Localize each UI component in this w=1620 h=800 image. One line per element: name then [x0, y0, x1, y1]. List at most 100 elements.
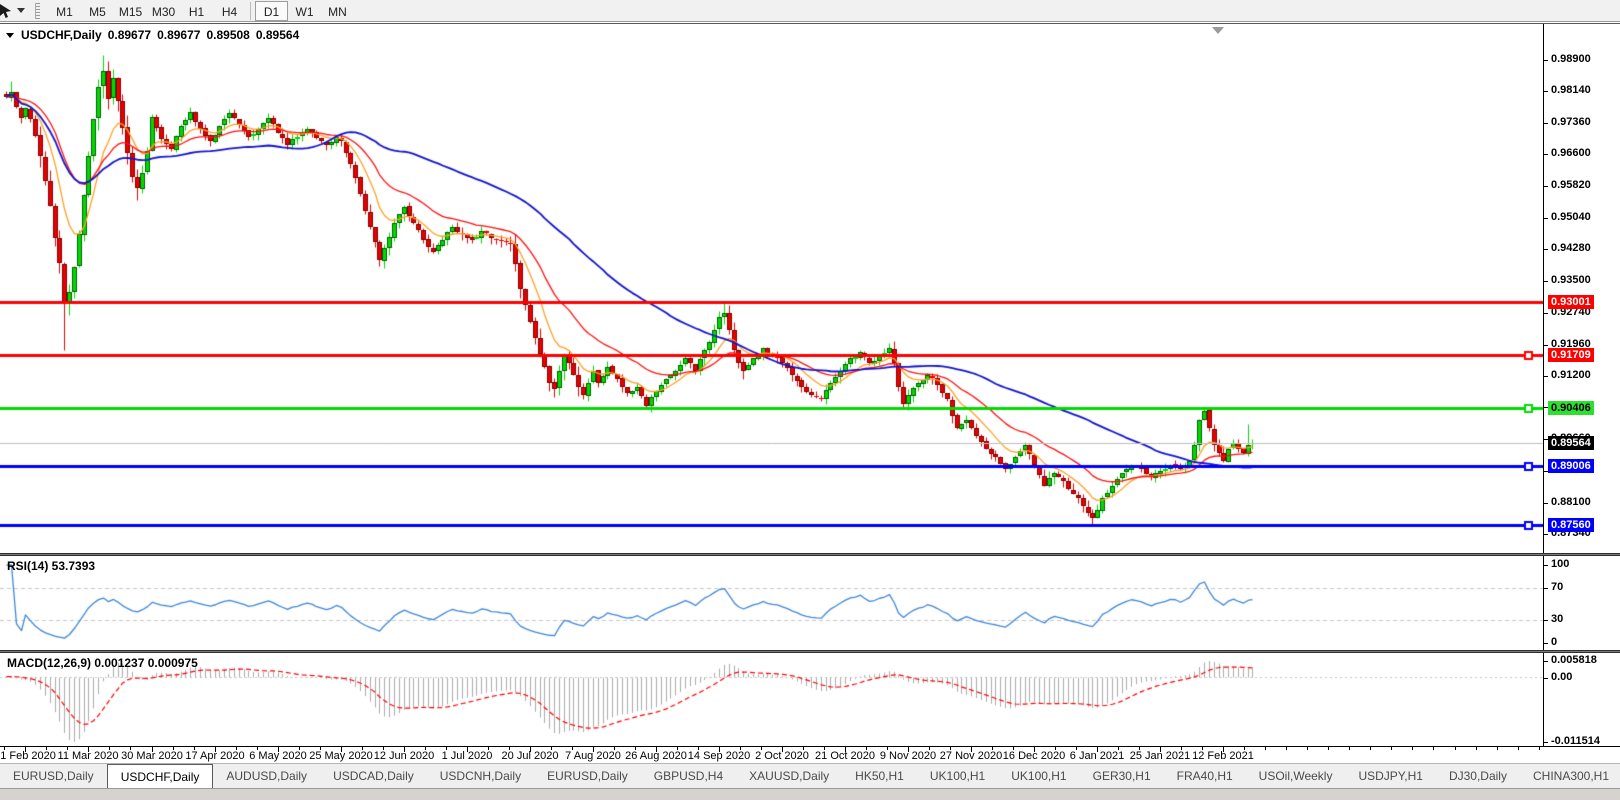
chart-tab-gbpusd[interactable]: GBPUSD,H4 [641, 764, 736, 788]
rsi-panel: RSI(14) 53.7393 10070300 [0, 556, 1620, 650]
time-tick-mark [1286, 747, 1287, 750]
timeframe-button-d1[interactable]: D1 [255, 1, 288, 21]
date-label: 17 Apr 2020 [185, 750, 244, 762]
timeframe-buttons: M1M5M15M30H1H4 D1W1MN [48, 1, 354, 21]
chart-tab-fra40[interactable]: FRA40,H1 [1164, 764, 1246, 788]
timeframe-button-w1[interactable]: W1 [288, 1, 321, 21]
price-tick-label: 0.98900 [1551, 53, 1591, 65]
date-label: 6 May 2020 [249, 750, 306, 762]
chart-tab-usdjpy[interactable]: USDJPY,H1 [1345, 764, 1435, 788]
chart-tab-china300[interactable]: CHINA300,H1 [1520, 764, 1620, 788]
axis-tick-mark [1544, 218, 1548, 219]
timeframe-button-m5[interactable]: M5 [81, 1, 114, 21]
timeframe-button-m1[interactable]: M1 [48, 1, 81, 21]
axis-tick-mark [1544, 281, 1548, 282]
axis-tick-mark [1544, 123, 1548, 124]
rsi-label: RSI(14) 53.7393 [7, 559, 95, 573]
macd-axis[interactable]: 0.0058180.00-0.011514 [1543, 653, 1620, 746]
macd-scale-label: 0.00 [1551, 671, 1572, 683]
chart-tab-dj30[interactable]: DJ30,Daily [1436, 764, 1520, 788]
chart-tab-audusd[interactable]: AUDUSD,Daily [213, 764, 320, 788]
price-chart-panel: USDCHF,Daily 0.89677 0.89677 0.89508 0.8… [0, 23, 1620, 553]
timeframe-button-h1[interactable]: H1 [180, 1, 213, 21]
macd-label: MACD(12,26,9) 0.001237 0.000975 [7, 656, 198, 670]
hline-price-label: 0.87560 [1548, 518, 1594, 532]
axis-tick-mark [1544, 742, 1548, 743]
date-label: 2 Oct 2020 [755, 750, 809, 762]
timeframe-toolbar: M1M5M15M30H1H4 D1W1MN [0, 0, 1620, 22]
chart-tab-eurusd[interactable]: EURUSD,Daily [534, 764, 641, 788]
chart-symbol: USDCHF,Daily [21, 28, 102, 42]
date-label: 7 Aug 2020 [565, 750, 621, 762]
rsi-canvas[interactable] [0, 556, 1543, 650]
macd-canvas[interactable] [0, 653, 1543, 746]
time-tick-mark [1412, 747, 1413, 750]
axis-tick-mark [1544, 154, 1548, 155]
time-tick-mark [1455, 747, 1456, 750]
axis-tick-mark [1544, 588, 1548, 589]
chart-title: USDCHF,Daily 0.89677 0.89677 0.89508 0.8… [6, 28, 299, 42]
hline-price-label: 0.89006 [1548, 459, 1594, 473]
price-chart-canvas[interactable] [0, 24, 1543, 554]
hline-price-label: 0.93001 [1548, 295, 1594, 309]
time-tick-mark [1433, 747, 1434, 750]
axis-tick-mark [1544, 186, 1548, 187]
date-label: 25 Jan 2021 [1130, 750, 1191, 762]
chart-tab-uk100[interactable]: UK100,H1 [917, 764, 998, 788]
axis-tick-mark [1544, 661, 1548, 662]
timeframe-button-m30[interactable]: M30 [147, 1, 180, 21]
price-tick-label: 0.96600 [1551, 147, 1591, 159]
cursor-tool-icon[interactable] [0, 2, 15, 20]
bid-price-label: 0.89564 [1548, 436, 1594, 450]
date-label: 1 Jul 2020 [442, 750, 493, 762]
axis-tick-mark [1544, 534, 1548, 535]
time-tick-mark [1328, 747, 1329, 750]
price-tick-label: 0.91200 [1551, 369, 1591, 381]
chart-tab-uk100[interactable]: UK100,H1 [998, 764, 1079, 788]
timeframe-button-mn[interactable]: MN [321, 1, 354, 21]
mt4-terminal: M1M5M15M30H1H4 D1W1MN USDCHF,Daily 0.8967… [0, 0, 1620, 800]
axis-tick-mark [1544, 643, 1548, 644]
time-axis[interactable]: 21 Feb 202011 Mar 202030 Mar 202017 Apr … [0, 746, 1620, 763]
time-tick-mark [1497, 747, 1498, 750]
price-tick-label: 0.97360 [1551, 116, 1591, 128]
hline-price-label: 0.91709 [1548, 348, 1594, 362]
date-label: 9 Nov 2020 [880, 750, 936, 762]
rsi-axis[interactable]: 10070300 [1543, 556, 1620, 650]
bottom-strip [0, 788, 1620, 800]
price-tick-label: 0.95040 [1551, 211, 1591, 223]
price-axis[interactable]: 0.98900 0.98140 0.97360 0.96600 0.95820 0.950… [1543, 24, 1620, 553]
tool-dropdown-caret[interactable] [17, 8, 25, 13]
time-tick-mark [1370, 747, 1371, 750]
price-tick-label: 0.95820 [1551, 179, 1591, 191]
date-label: 16 Dec 2020 [1003, 750, 1065, 762]
chart-tab-usdcad[interactable]: USDCAD,Daily [320, 764, 427, 788]
time-tick-mark [1265, 747, 1266, 750]
date-label: 30 Mar 2020 [121, 750, 183, 762]
chart-tab-usdcnh[interactable]: USDCNH,Daily [427, 764, 534, 788]
date-label: 21 Oct 2020 [815, 750, 875, 762]
chart-tab-xauusd[interactable]: XAUUSD,Daily [736, 764, 842, 788]
axis-tick-mark [1544, 313, 1548, 314]
rsi-scale-label: 70 [1551, 581, 1563, 593]
date-label: 12 Feb 2021 [1192, 750, 1254, 762]
axis-tick-mark [1544, 60, 1548, 61]
date-label: 26 Aug 2020 [625, 750, 687, 762]
time-tick-mark [1518, 747, 1519, 750]
chart-tab-ger30[interactable]: GER30,H1 [1080, 764, 1164, 788]
timeframe-button-h4[interactable]: H4 [213, 1, 246, 21]
chart-shift-marker[interactable] [1212, 27, 1224, 34]
chart-tab-usdchf[interactable]: USDCHF,Daily [107, 764, 214, 788]
chart-tab-eurusd[interactable]: EURUSD,Daily [0, 764, 107, 788]
date-label: 11 Mar 2020 [58, 750, 119, 762]
rsi-scale-label: 30 [1551, 613, 1563, 625]
chart-tab-usoil[interactable]: USOil,Weekly [1246, 764, 1346, 788]
timeframe-button-m15[interactable]: M15 [114, 1, 147, 21]
axis-tick-mark [1544, 503, 1548, 504]
symbol-collapse-icon[interactable] [6, 33, 14, 38]
price-tick-label: 0.98140 [1551, 84, 1591, 96]
time-tick-mark [1391, 747, 1392, 750]
rsi-scale-label: 0 [1551, 636, 1557, 648]
chart-tab-hk50[interactable]: HK50,H1 [842, 764, 917, 788]
date-label: 25 May 2020 [309, 750, 373, 762]
